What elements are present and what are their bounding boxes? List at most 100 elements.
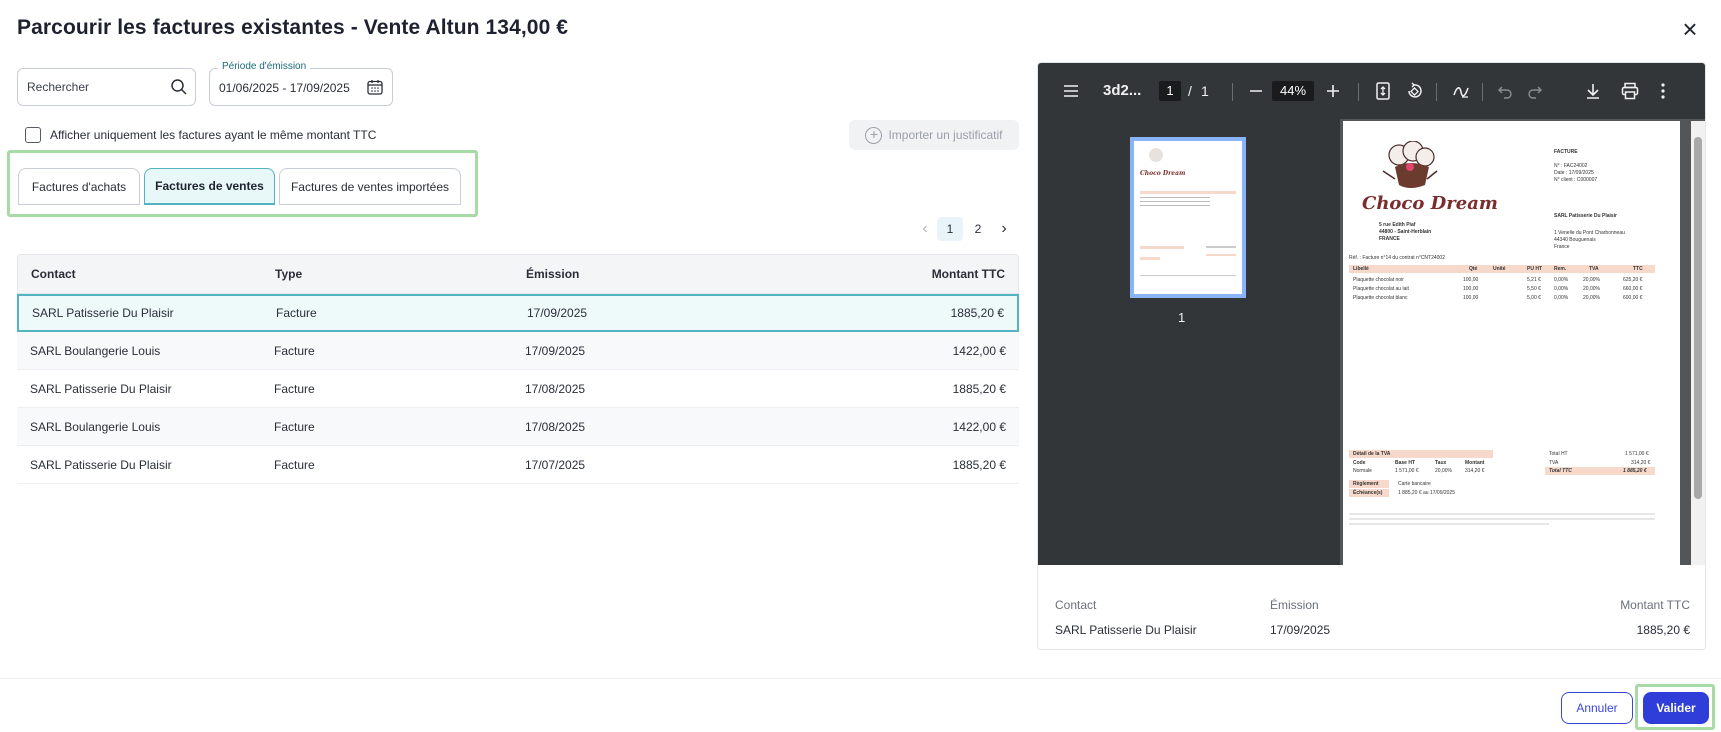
pdf-file-name: 3d2... xyxy=(1103,82,1142,99)
pdf-total-ht-label: Total HT xyxy=(1549,451,1568,457)
pdf-payment-value: Carte bancaire xyxy=(1398,481,1431,487)
header-type[interactable]: Type xyxy=(275,267,302,281)
summary-emission-value: 17/09/2025 xyxy=(1270,623,1331,637)
pdf-due-label: Échéance(s) xyxy=(1353,490,1383,496)
zoom-out-icon[interactable] xyxy=(1249,84,1263,98)
pdf-heading: FACTURE xyxy=(1554,149,1578,155)
pdf-seller-city: 44800 - Saint-Herblain xyxy=(1379,229,1432,235)
pdf-scrollbar-thumb[interactable] xyxy=(1694,137,1702,499)
cancel-button[interactable]: Annuler xyxy=(1561,692,1633,724)
validate-button[interactable]: Valider xyxy=(1643,692,1709,724)
cell-amount: 1422,00 € xyxy=(952,343,1006,358)
pdf-vat-base: 1 571,00 € xyxy=(1395,468,1419,474)
fit-page-icon[interactable] xyxy=(1375,82,1391,100)
pdf-due-value: 1 885,20 € au 17/09/2025 xyxy=(1398,490,1455,496)
pdf-total-ttc-value: 1 885,20 € xyxy=(1623,468,1647,474)
summary-contact-label: Contact xyxy=(1055,598,1097,612)
header-amount[interactable]: Montant TTC xyxy=(932,267,1005,281)
tab-imported-sales-invoices[interactable]: Factures de ventes importées xyxy=(279,168,461,205)
header-contact[interactable]: Contact xyxy=(31,267,76,281)
pdf-page-input[interactable]: 1 xyxy=(1159,81,1181,101)
search-field[interactable] xyxy=(17,68,196,106)
pdf-line-total: 660,00 € xyxy=(1623,286,1643,292)
table-row[interactable]: SARL Boulangerie Louis Facture 17/09/202… xyxy=(17,332,1019,370)
pdf-legal-text xyxy=(1349,518,1655,520)
invoices-table: Contact Type Émission Montant TTC SARL P… xyxy=(17,254,1019,484)
footer-divider xyxy=(0,678,1721,679)
pdf-invoice-number: N° : FAC24002 xyxy=(1554,163,1588,169)
print-icon[interactable] xyxy=(1621,82,1639,100)
cell-type: Facture xyxy=(274,343,315,358)
pdf-col-label: Libellé xyxy=(1353,266,1369,272)
table-row[interactable]: SARL Patisserie Du Plaisir Facture 17/08… xyxy=(17,370,1019,408)
pdf-col-total: TTC xyxy=(1633,266,1643,272)
table-row[interactable]: SARL Patisserie Du Plaisir Facture 17/09… xyxy=(17,294,1019,332)
search-input[interactable] xyxy=(27,77,167,97)
pdf-col-qty: Qté xyxy=(1469,266,1478,272)
download-icon[interactable] xyxy=(1585,82,1601,100)
pagination-next-icon[interactable]: › xyxy=(996,217,1012,241)
same-amount-checkbox[interactable] xyxy=(25,127,41,143)
pdf-buyer-country: France xyxy=(1554,244,1570,250)
page-thumbnail[interactable]: Choco Dream xyxy=(1130,137,1246,298)
cell-amount: 1422,00 € xyxy=(952,419,1006,434)
zoom-in-icon[interactable] xyxy=(1326,84,1340,98)
more-options-icon[interactable] xyxy=(1660,82,1666,100)
cell-emission: 17/08/2025 xyxy=(525,419,586,434)
search-icon[interactable] xyxy=(170,78,188,96)
annotate-icon[interactable] xyxy=(1452,82,1470,100)
invoice-browser-dialog: Parcourir les factures existantes - Vent… xyxy=(0,0,1721,732)
import-receipt-label: Importer un justificatif xyxy=(888,128,1003,142)
pdf-scrollbar[interactable] xyxy=(1691,121,1705,565)
pdf-thumbnails-sidebar: Choco Dream 1 xyxy=(1038,119,1340,565)
pdf-total-ht-value: 1 571,00 € xyxy=(1625,451,1649,457)
thumbnail-preview-image: Choco Dream xyxy=(1140,148,1236,276)
table-row[interactable]: SARL Patisserie Du Plaisir Facture 17/07… xyxy=(17,446,1019,484)
pdf-page-separator: / xyxy=(1188,83,1192,99)
pdf-line-label: Plaquette chocolat blanc xyxy=(1353,295,1408,301)
pagination-page-2[interactable]: 2 xyxy=(968,217,988,241)
tab-purchase-invoices[interactable]: Factures d'achats xyxy=(18,168,140,205)
toolbar-divider xyxy=(1436,83,1437,101)
menu-icon[interactable] xyxy=(1063,83,1079,99)
pdf-total-vat-value: 314,20 € xyxy=(1631,460,1651,466)
pdf-total-ttc-label: Total TTC xyxy=(1549,468,1572,474)
cell-amount: 1885,20 € xyxy=(950,306,1004,320)
import-receipt-button[interactable]: + Importer un justificatif xyxy=(849,120,1019,150)
rotate-icon[interactable] xyxy=(1405,82,1423,100)
pagination-page-1[interactable]: 1 xyxy=(937,217,963,241)
pdf-vat-code: Normale xyxy=(1353,468,1372,474)
undo-icon[interactable] xyxy=(1497,83,1513,99)
pdf-vat-rate: 20,00% xyxy=(1435,468,1452,474)
header-emission[interactable]: Émission xyxy=(526,267,579,281)
pdf-toolbar: 3d2... 1 / 1 44% xyxy=(1038,63,1705,119)
cell-contact: SARL Boulangerie Louis xyxy=(30,343,161,358)
redo-icon[interactable] xyxy=(1527,83,1543,99)
pdf-vat-col-amount: Montant xyxy=(1465,460,1485,466)
calendar-icon[interactable] xyxy=(366,78,384,96)
pdf-total-vat-label: TVA xyxy=(1549,460,1559,466)
pdf-vat-col-code: Code xyxy=(1353,460,1366,466)
pagination-prev-icon[interactable]: ‹ xyxy=(917,217,933,241)
cell-amount: 1885,20 € xyxy=(952,457,1006,472)
pdf-line-unit-price: 5,50 € xyxy=(1527,286,1541,292)
plus-circle-icon: + xyxy=(865,126,883,144)
period-legend: Période d'émission xyxy=(218,61,311,72)
pdf-vat-title: Détail de la TVA xyxy=(1353,451,1391,457)
pdf-zoom-input[interactable]: 44% xyxy=(1272,81,1314,101)
pdf-page: Choco Dream FACTURE N° : FAC24002 Date :… xyxy=(1343,121,1680,565)
selected-invoice-summary: Contact SARL Patisserie Du Plaisir Émiss… xyxy=(1038,565,1705,649)
period-value[interactable]: 01/06/2025 - 17/09/2025 xyxy=(219,81,350,95)
pdf-line-total: 600,00 € xyxy=(1623,295,1643,301)
pdf-line-label: Plaquette chocolat noir xyxy=(1353,277,1404,283)
pdf-body: Choco Dream 1 Choco Dream FACTURE N°: F… xyxy=(1038,119,1705,565)
pdf-col-vat: TVA xyxy=(1589,266,1599,272)
pdf-vat-col-rate: Taux xyxy=(1435,460,1447,466)
table-row[interactable]: SARL Boulangerie Louis Facture 17/08/202… xyxy=(17,408,1019,446)
pdf-page-total: 1 xyxy=(1201,83,1209,99)
tab-sales-invoices[interactable]: Factures de ventes xyxy=(144,168,275,205)
close-icon[interactable]: × xyxy=(1678,16,1702,42)
pdf-brand-name: Choco Dream xyxy=(1362,193,1498,214)
period-field[interactable]: Période d'émission 01/06/2025 - 17/09/20… xyxy=(209,61,393,106)
same-amount-filter[interactable]: Afficher uniquement les factures ayant l… xyxy=(25,127,376,143)
